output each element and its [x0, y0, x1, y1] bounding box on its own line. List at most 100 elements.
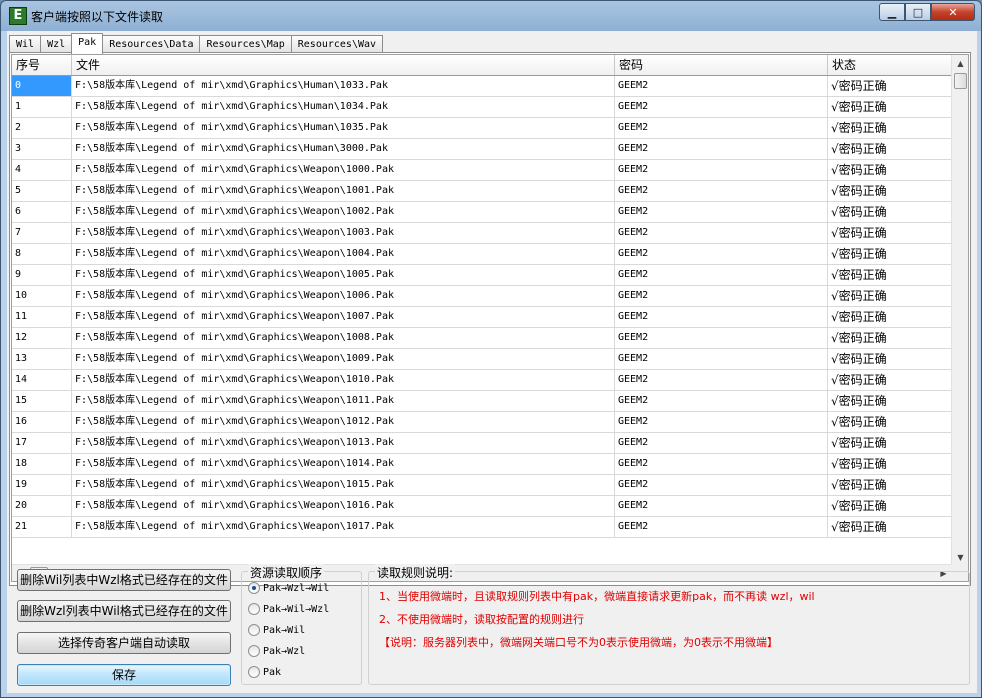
table-row[interactable]: 9 F:\58版本库\Legend of mir\xmd\Graphics\Wea… [12, 265, 952, 286]
close-button[interactable]: ✕ [931, 3, 975, 21]
row-file-path[interactable]: F:\58版本库\Legend of mir\xmd\Graphics\Weap… [72, 349, 615, 369]
table-row[interactable]: 21 F:\58版本库\Legend of mir\xmd\Graphics\We… [12, 517, 952, 538]
read-order-radio-4[interactable]: Pak [248, 666, 281, 678]
table-row[interactable]: 19 F:\58版本库\Legend of mir\xmd\Graphics\We… [12, 475, 952, 496]
read-order-radio-0[interactable]: Pak→Wzl→Wil [248, 582, 329, 594]
row-status[interactable]: √密码正确 [828, 307, 952, 327]
row-password[interactable]: GEEM2 [615, 265, 828, 285]
row-index[interactable]: 10 [12, 286, 72, 306]
row-password[interactable]: GEEM2 [615, 391, 828, 411]
row-index[interactable]: 18 [12, 454, 72, 474]
row-file-path[interactable]: F:\58版本库\Legend of mir\xmd\Graphics\Weap… [72, 454, 615, 474]
table-row[interactable]: 18 F:\58版本库\Legend of mir\xmd\Graphics\We… [12, 454, 952, 475]
delete-wil-duplicates-button[interactable]: 删除Wil列表中Wzl格式已经存在的文件 [17, 569, 231, 591]
row-index[interactable]: 21 [12, 517, 72, 537]
row-file-path[interactable]: F:\58版本库\Legend of mir\xmd\Graphics\Weap… [72, 307, 615, 327]
row-status[interactable]: √密码正确 [828, 265, 952, 285]
table-row[interactable]: 2 F:\58版本库\Legend of mir\xmd\Graphics\Hum… [12, 118, 952, 139]
row-password[interactable]: GEEM2 [615, 307, 828, 327]
radio-icon[interactable] [248, 603, 260, 615]
row-file-path[interactable]: F:\58版本库\Legend of mir\xmd\Graphics\Weap… [72, 433, 615, 453]
row-password[interactable]: GEEM2 [615, 223, 828, 243]
table-row[interactable]: 11 F:\58版本库\Legend of mir\xmd\Graphics\We… [12, 307, 952, 328]
row-status[interactable]: √密码正确 [828, 118, 952, 138]
row-index[interactable]: 20 [12, 496, 72, 516]
table-row[interactable]: 10 F:\58版本库\Legend of mir\xmd\Graphics\We… [12, 286, 952, 307]
column-header-0[interactable]: 序号 [12, 55, 72, 75]
delete-wzl-duplicates-button[interactable]: 删除Wzl列表中Wil格式已经存在的文件 [17, 600, 231, 622]
table-row[interactable]: 3 F:\58版本库\Legend of mir\xmd\Graphics\Hum… [12, 139, 952, 160]
row-password[interactable]: GEEM2 [615, 349, 828, 369]
row-index[interactable]: 17 [12, 433, 72, 453]
row-index[interactable]: 9 [12, 265, 72, 285]
row-file-path[interactable]: F:\58版本库\Legend of mir\xmd\Graphics\Weap… [72, 265, 615, 285]
row-file-path[interactable]: F:\58版本库\Legend of mir\xmd\Graphics\Weap… [72, 160, 615, 180]
tab-resources-data[interactable]: Resources\Data [102, 35, 201, 53]
row-password[interactable]: GEEM2 [615, 433, 828, 453]
vertical-scroll-thumb[interactable] [954, 73, 967, 89]
scroll-up-icon[interactable]: ▲ [952, 55, 968, 72]
table-row[interactable]: 13 F:\58版本库\Legend of mir\xmd\Graphics\We… [12, 349, 952, 370]
row-password[interactable]: GEEM2 [615, 139, 828, 159]
row-file-path[interactable]: F:\58版本库\Legend of mir\xmd\Graphics\Weap… [72, 496, 615, 516]
maximize-button[interactable]: □ [905, 3, 931, 21]
table-row[interactable]: 17 F:\58版本库\Legend of mir\xmd\Graphics\We… [12, 433, 952, 454]
table-row[interactable]: 1 F:\58版本库\Legend of mir\xmd\Graphics\Hum… [12, 97, 952, 118]
minimize-button[interactable]: ▁ [879, 3, 905, 21]
row-status[interactable]: √密码正确 [828, 76, 952, 96]
radio-icon[interactable] [248, 666, 260, 678]
row-index[interactable]: 19 [12, 475, 72, 495]
row-index[interactable]: 13 [12, 349, 72, 369]
radio-icon[interactable] [248, 624, 260, 636]
row-status[interactable]: √密码正确 [828, 517, 952, 537]
row-status[interactable]: √密码正确 [828, 454, 952, 474]
row-file-path[interactable]: F:\58版本库\Legend of mir\xmd\Graphics\Weap… [72, 202, 615, 222]
row-index[interactable]: 14 [12, 370, 72, 390]
column-header-2[interactable]: 密码 [615, 55, 828, 75]
row-password[interactable]: GEEM2 [615, 76, 828, 96]
row-password[interactable]: GEEM2 [615, 328, 828, 348]
row-status[interactable]: √密码正确 [828, 349, 952, 369]
table-row[interactable]: 5 F:\58版本库\Legend of mir\xmd\Graphics\Wea… [12, 181, 952, 202]
row-index[interactable]: 7 [12, 223, 72, 243]
row-file-path[interactable]: F:\58版本库\Legend of mir\xmd\Graphics\Weap… [72, 223, 615, 243]
row-status[interactable]: √密码正确 [828, 412, 952, 432]
row-file-path[interactable]: F:\58版本库\Legend of mir\xmd\Graphics\Weap… [72, 244, 615, 264]
row-index[interactable]: 12 [12, 328, 72, 348]
row-index[interactable]: 1 [12, 97, 72, 117]
row-status[interactable]: √密码正确 [828, 97, 952, 117]
read-order-radio-2[interactable]: Pak→Wil [248, 624, 305, 636]
row-file-path[interactable]: F:\58版本库\Legend of mir\xmd\Graphics\Weap… [72, 475, 615, 495]
row-password[interactable]: GEEM2 [615, 475, 828, 495]
row-status[interactable]: √密码正确 [828, 223, 952, 243]
row-password[interactable]: GEEM2 [615, 202, 828, 222]
row-index[interactable]: 3 [12, 139, 72, 159]
row-password[interactable]: GEEM2 [615, 160, 828, 180]
row-file-path[interactable]: F:\58版本库\Legend of mir\xmd\Graphics\Weap… [72, 412, 615, 432]
read-order-radio-1[interactable]: Pak→Wil→Wzl [248, 603, 329, 615]
row-file-path[interactable]: F:\58版本库\Legend of mir\xmd\Graphics\Weap… [72, 286, 615, 306]
column-header-3[interactable]: 状态 [828, 55, 952, 75]
row-password[interactable]: GEEM2 [615, 412, 828, 432]
table-row[interactable]: 4 F:\58版本库\Legend of mir\xmd\Graphics\Wea… [12, 160, 952, 181]
table-row[interactable]: 12 F:\58版本库\Legend of mir\xmd\Graphics\We… [12, 328, 952, 349]
row-file-path[interactable]: F:\58版本库\Legend of mir\xmd\Graphics\Huma… [72, 139, 615, 159]
row-password[interactable]: GEEM2 [615, 370, 828, 390]
row-file-path[interactable]: F:\58版本库\Legend of mir\xmd\Graphics\Huma… [72, 118, 615, 138]
vertical-scrollbar[interactable]: ▲ ▼ [951, 55, 968, 566]
row-password[interactable]: GEEM2 [615, 286, 828, 306]
row-status[interactable]: √密码正确 [828, 139, 952, 159]
table-row[interactable]: 15 F:\58版本库\Legend of mir\xmd\Graphics\We… [12, 391, 952, 412]
tab-resources-map[interactable]: Resources\Map [199, 35, 292, 53]
row-file-path[interactable]: F:\58版本库\Legend of mir\xmd\Graphics\Weap… [72, 328, 615, 348]
table-row[interactable]: 6 F:\58版本库\Legend of mir\xmd\Graphics\Wea… [12, 202, 952, 223]
row-status[interactable]: √密码正确 [828, 328, 952, 348]
row-index[interactable]: 2 [12, 118, 72, 138]
row-status[interactable]: √密码正确 [828, 475, 952, 495]
row-index[interactable]: 11 [12, 307, 72, 327]
radio-icon[interactable] [248, 582, 260, 594]
row-index[interactable]: 16 [12, 412, 72, 432]
row-index[interactable]: 15 [12, 391, 72, 411]
row-file-path[interactable]: F:\58版本库\Legend of mir\xmd\Graphics\Huma… [72, 97, 615, 117]
row-password[interactable]: GEEM2 [615, 244, 828, 264]
